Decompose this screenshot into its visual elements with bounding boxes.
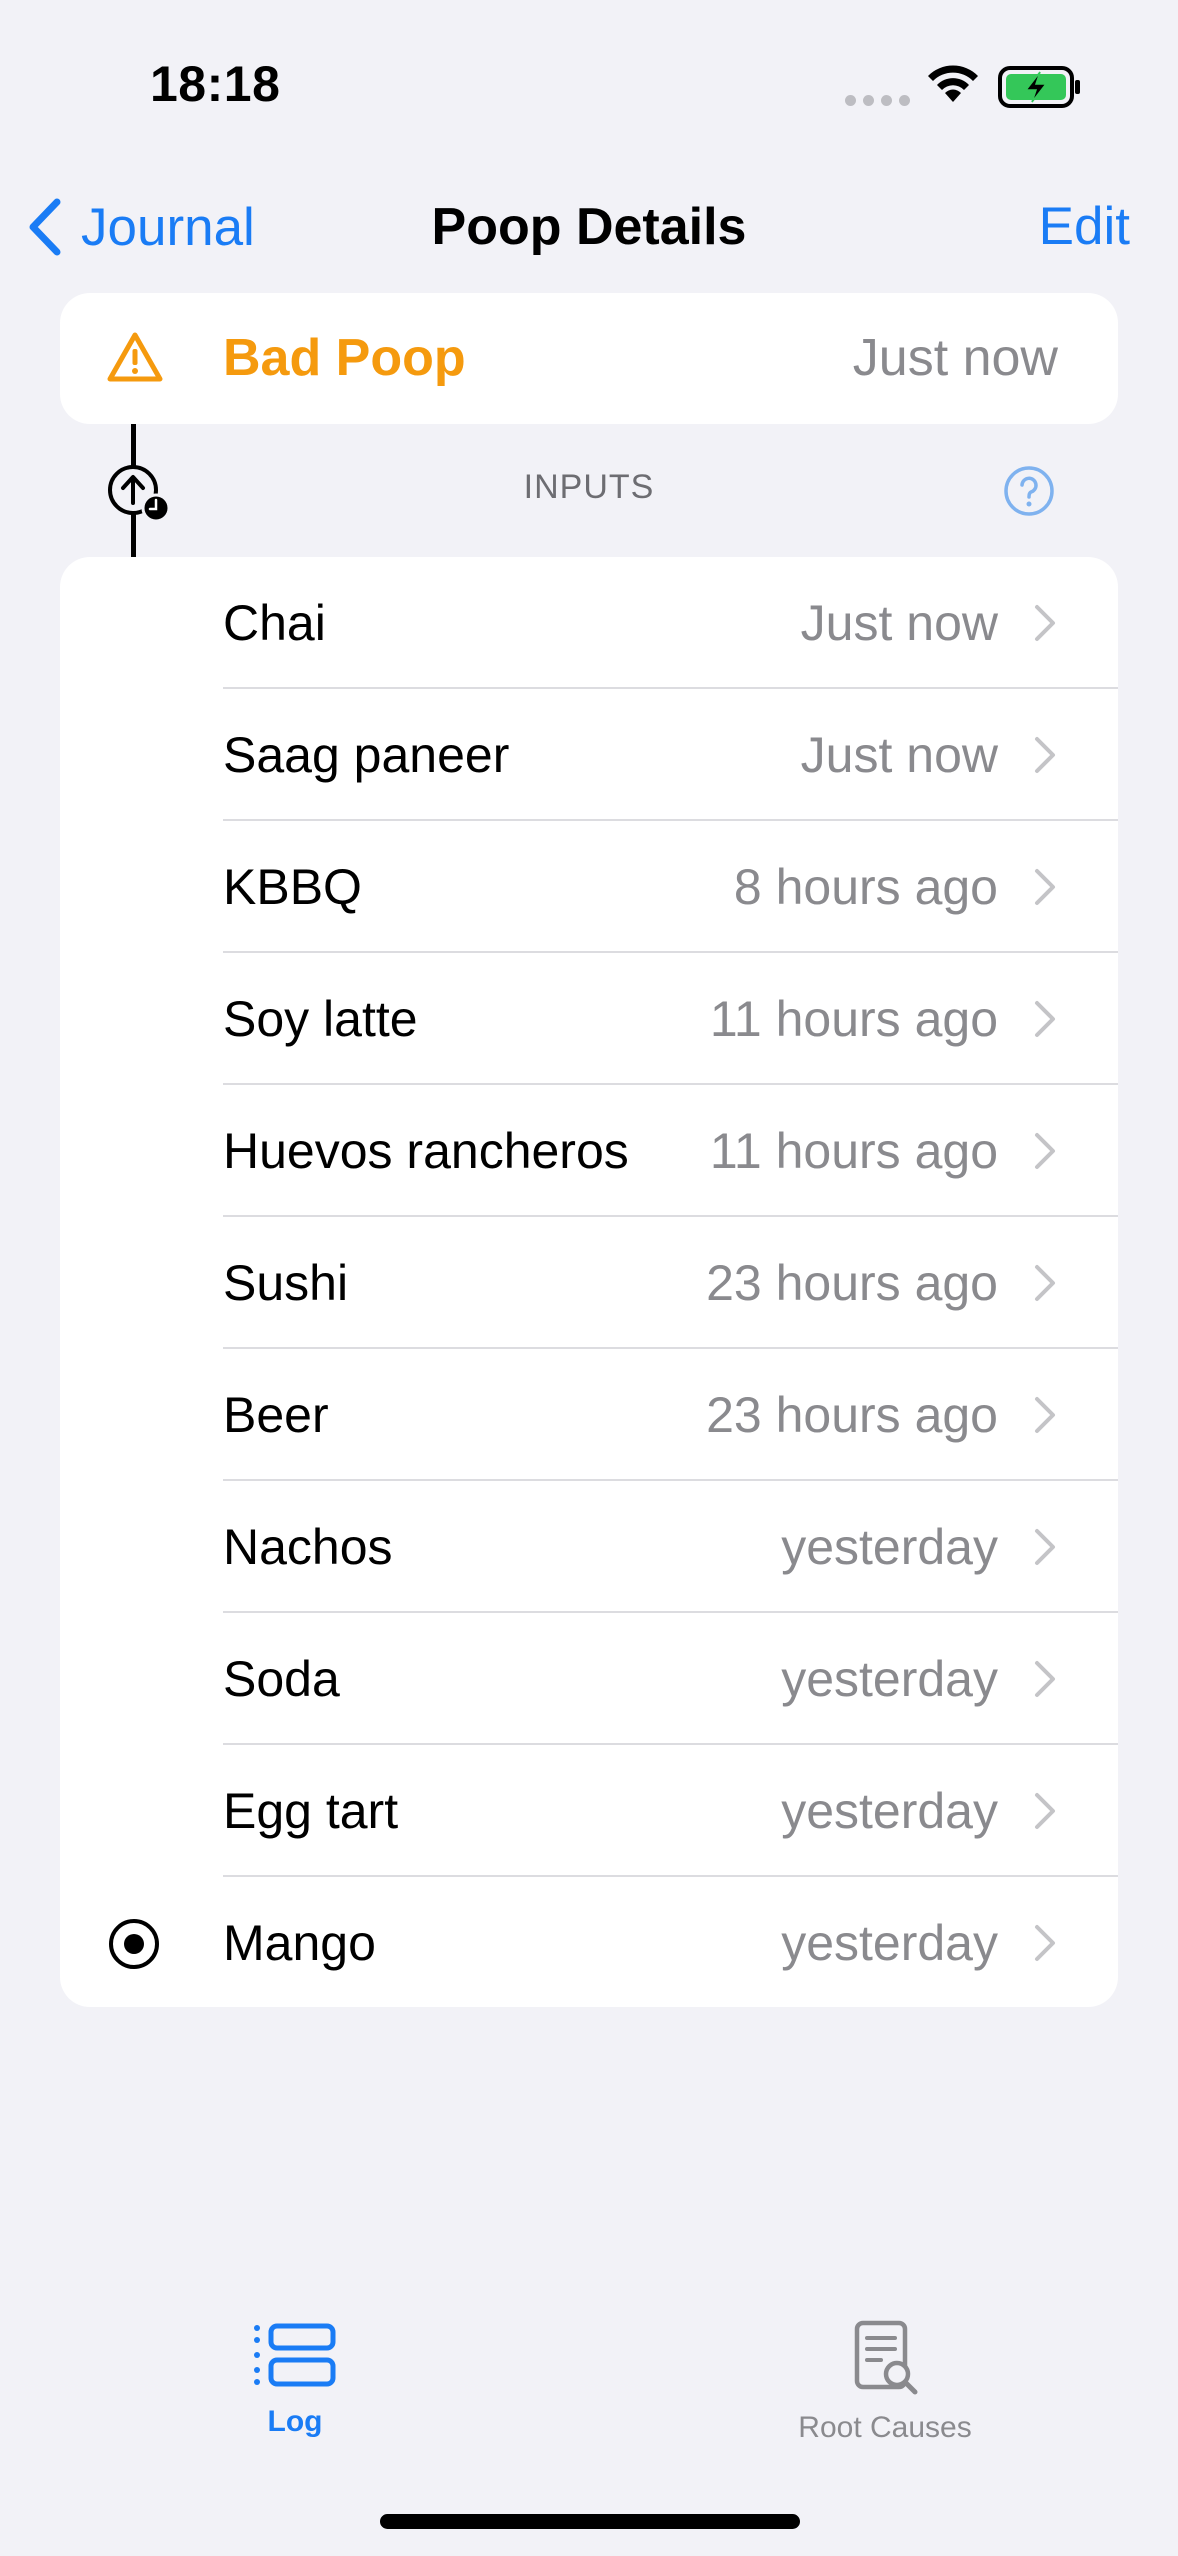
item-time: 23 hours ago [706,1255,998,1311]
item-time: 11 hours ago [709,991,998,1047]
chevron-right-icon [1035,1661,1055,1697]
inputs-list: Chai Just now Saag paneer Just now KBBQ … [60,557,1118,2007]
tab-root-causes-label: Root Causes [798,2411,972,2444]
chevron-right-icon [1035,1001,1055,1037]
wifi-icon [928,65,978,102]
list-item[interactable]: KBBQ 8 hours ago [223,821,1118,953]
battery-charging-icon [998,66,1080,108]
list-item[interactable]: Chai Just now [223,557,1118,689]
inputs-section-header: INPUTS [523,468,655,506]
item-time: yesterday [781,1915,998,1971]
warning-icon [107,332,163,382]
item-label: Sushi [223,1255,349,1311]
event-title: Bad Poop [223,329,466,387]
list-icon [254,2323,336,2387]
item-time: 11 hours ago [709,1123,998,1179]
list-item[interactable]: Soda yesterday [223,1613,1118,1745]
item-time: Just now [800,595,998,651]
tab-root-causes[interactable]: Root Causes [735,2320,1035,2445]
list-item[interactable]: Egg tart yesterday [223,1745,1118,1877]
screen: 18:18 Journal Poop Details Edit Bad Poop… [0,0,1178,2556]
edit-button[interactable]: Edit [1039,195,1130,259]
item-label: Chai [223,595,326,651]
tab-log[interactable]: Log [145,2320,445,2439]
cellular-signal-icon [845,95,910,106]
list-item[interactable]: Sushi 23 hours ago [223,1217,1118,1349]
chevron-right-icon [1035,1265,1055,1301]
item-time: 23 hours ago [706,1387,998,1443]
chevron-right-icon [1035,1793,1055,1829]
list-item[interactable]: Beer 23 hours ago [223,1349,1118,1481]
list-item[interactable]: Soy latte 11 hours ago [223,953,1118,1085]
chevron-right-icon [1035,1529,1055,1565]
item-label: Soda [223,1651,340,1707]
item-time: yesterday [781,1651,998,1707]
item-label: KBBQ [223,859,362,915]
timeline-end-icon [109,1919,159,1969]
item-label: Huevos rancheros [223,1123,629,1179]
chevron-right-icon [1035,605,1055,641]
tab-log-label: Log [267,2405,323,2438]
item-label: Saag paneer [223,727,510,783]
item-label: Nachos [223,1519,393,1575]
chevron-right-icon [1035,737,1055,773]
list-item[interactable]: Mango yesterday [223,1877,1118,2007]
page-title: Poop Details [431,198,747,256]
list-item[interactable]: Saag paneer Just now [223,689,1118,821]
event-time: Just now [852,329,1058,387]
item-label: Egg tart [223,1783,399,1839]
help-icon[interactable] [1003,465,1055,517]
document-search-icon [854,2320,918,2395]
home-indicator[interactable] [380,2514,800,2529]
list-item[interactable]: Huevos rancheros 11 hours ago [223,1085,1118,1217]
item-time: 8 hours ago [733,859,998,915]
item-label: Beer [223,1387,329,1443]
item-label: Soy latte [223,991,418,1047]
item-time: Just now [800,727,998,783]
chevron-right-icon [1035,869,1055,905]
list-item[interactable]: Nachos yesterday [223,1481,1118,1613]
chevron-right-icon [1035,1925,1055,1961]
item-time: yesterday [781,1783,998,1839]
status-time: 18:18 [150,56,281,112]
event-card[interactable]: Bad Poop Just now [60,293,1118,424]
item-time: yesterday [781,1519,998,1575]
chevron-right-icon [1035,1397,1055,1433]
chevron-right-icon [1035,1133,1055,1169]
item-label: Mango [223,1915,376,1971]
